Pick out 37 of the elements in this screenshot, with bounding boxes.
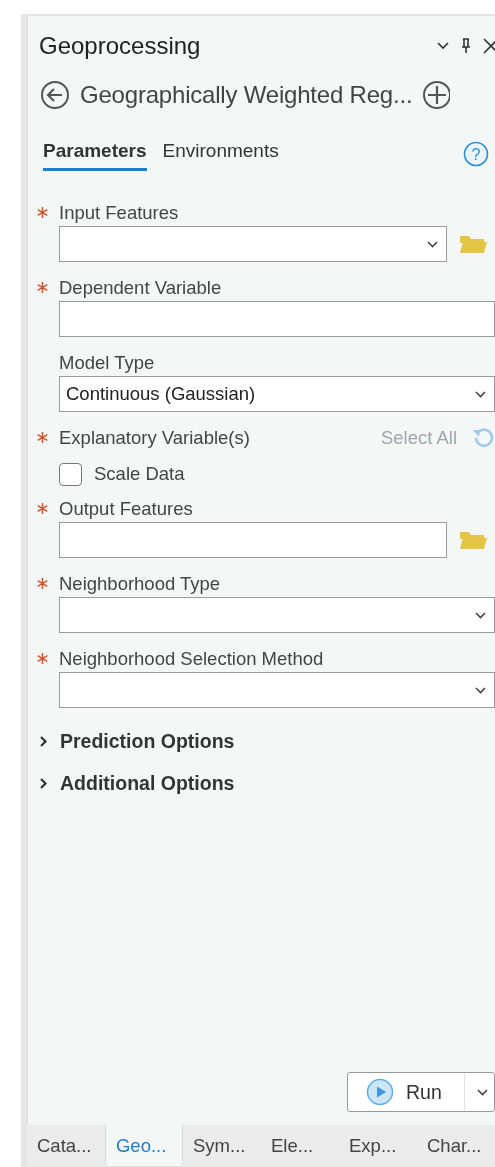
field-label: Dependent Variable — [59, 276, 222, 299]
dock-tab[interactable]: Cata... — [27, 1125, 105, 1167]
field-label: Input Features — [59, 201, 179, 224]
dropdown-field[interactable] — [59, 672, 495, 708]
checkbox-label: Scale Data — [94, 463, 185, 485]
dock-tab[interactable]: Ele... — [261, 1125, 339, 1167]
dock-tab[interactable]: Sym... — [183, 1125, 261, 1167]
dock-tab[interactable]: Geo... — [105, 1125, 184, 1167]
dock-tab[interactable]: Char... — [417, 1125, 495, 1167]
input-field[interactable] — [59, 522, 447, 558]
add-icon[interactable] — [422, 80, 451, 110]
run-button[interactable]: Run — [347, 1072, 495, 1112]
field-label: Model Type — [59, 351, 155, 374]
group-header[interactable]: Prediction Options — [60, 729, 235, 753]
back-icon[interactable] — [40, 80, 70, 110]
tab[interactable]: Environments — [162, 140, 279, 171]
play-icon — [366, 1078, 394, 1106]
close-icon[interactable] — [483, 38, 495, 54]
chevron-icon[interactable] — [39, 734, 48, 748]
dock-tab[interactable]: Exp... — [339, 1125, 417, 1167]
checkbox[interactable] — [59, 462, 82, 486]
chevron-icon[interactable] — [477, 1088, 488, 1096]
tool-title: Geographically Weighted Reg... — [80, 81, 413, 109]
dropdown-icon[interactable] — [437, 42, 449, 50]
dropdown-field[interactable] — [59, 597, 495, 633]
field-label: Output Features — [59, 497, 193, 520]
dropdown-field[interactable] — [59, 226, 447, 262]
field-label: Neighborhood Type — [59, 572, 221, 595]
dropdown-field[interactable]: Continuous (Gaussian) — [59, 376, 495, 412]
field-label: Explanatory Variable(s) — [59, 426, 250, 449]
chevron-icon[interactable] — [39, 776, 48, 790]
tab[interactable]: Parameters — [43, 140, 147, 171]
pin-icon[interactable] — [461, 38, 471, 54]
pane-title: Geoprocessing — [39, 32, 201, 60]
field-label: Neighborhood Selection Method — [59, 647, 324, 670]
group-header[interactable]: Additional Options — [60, 771, 235, 795]
input-field[interactable] — [59, 301, 495, 337]
